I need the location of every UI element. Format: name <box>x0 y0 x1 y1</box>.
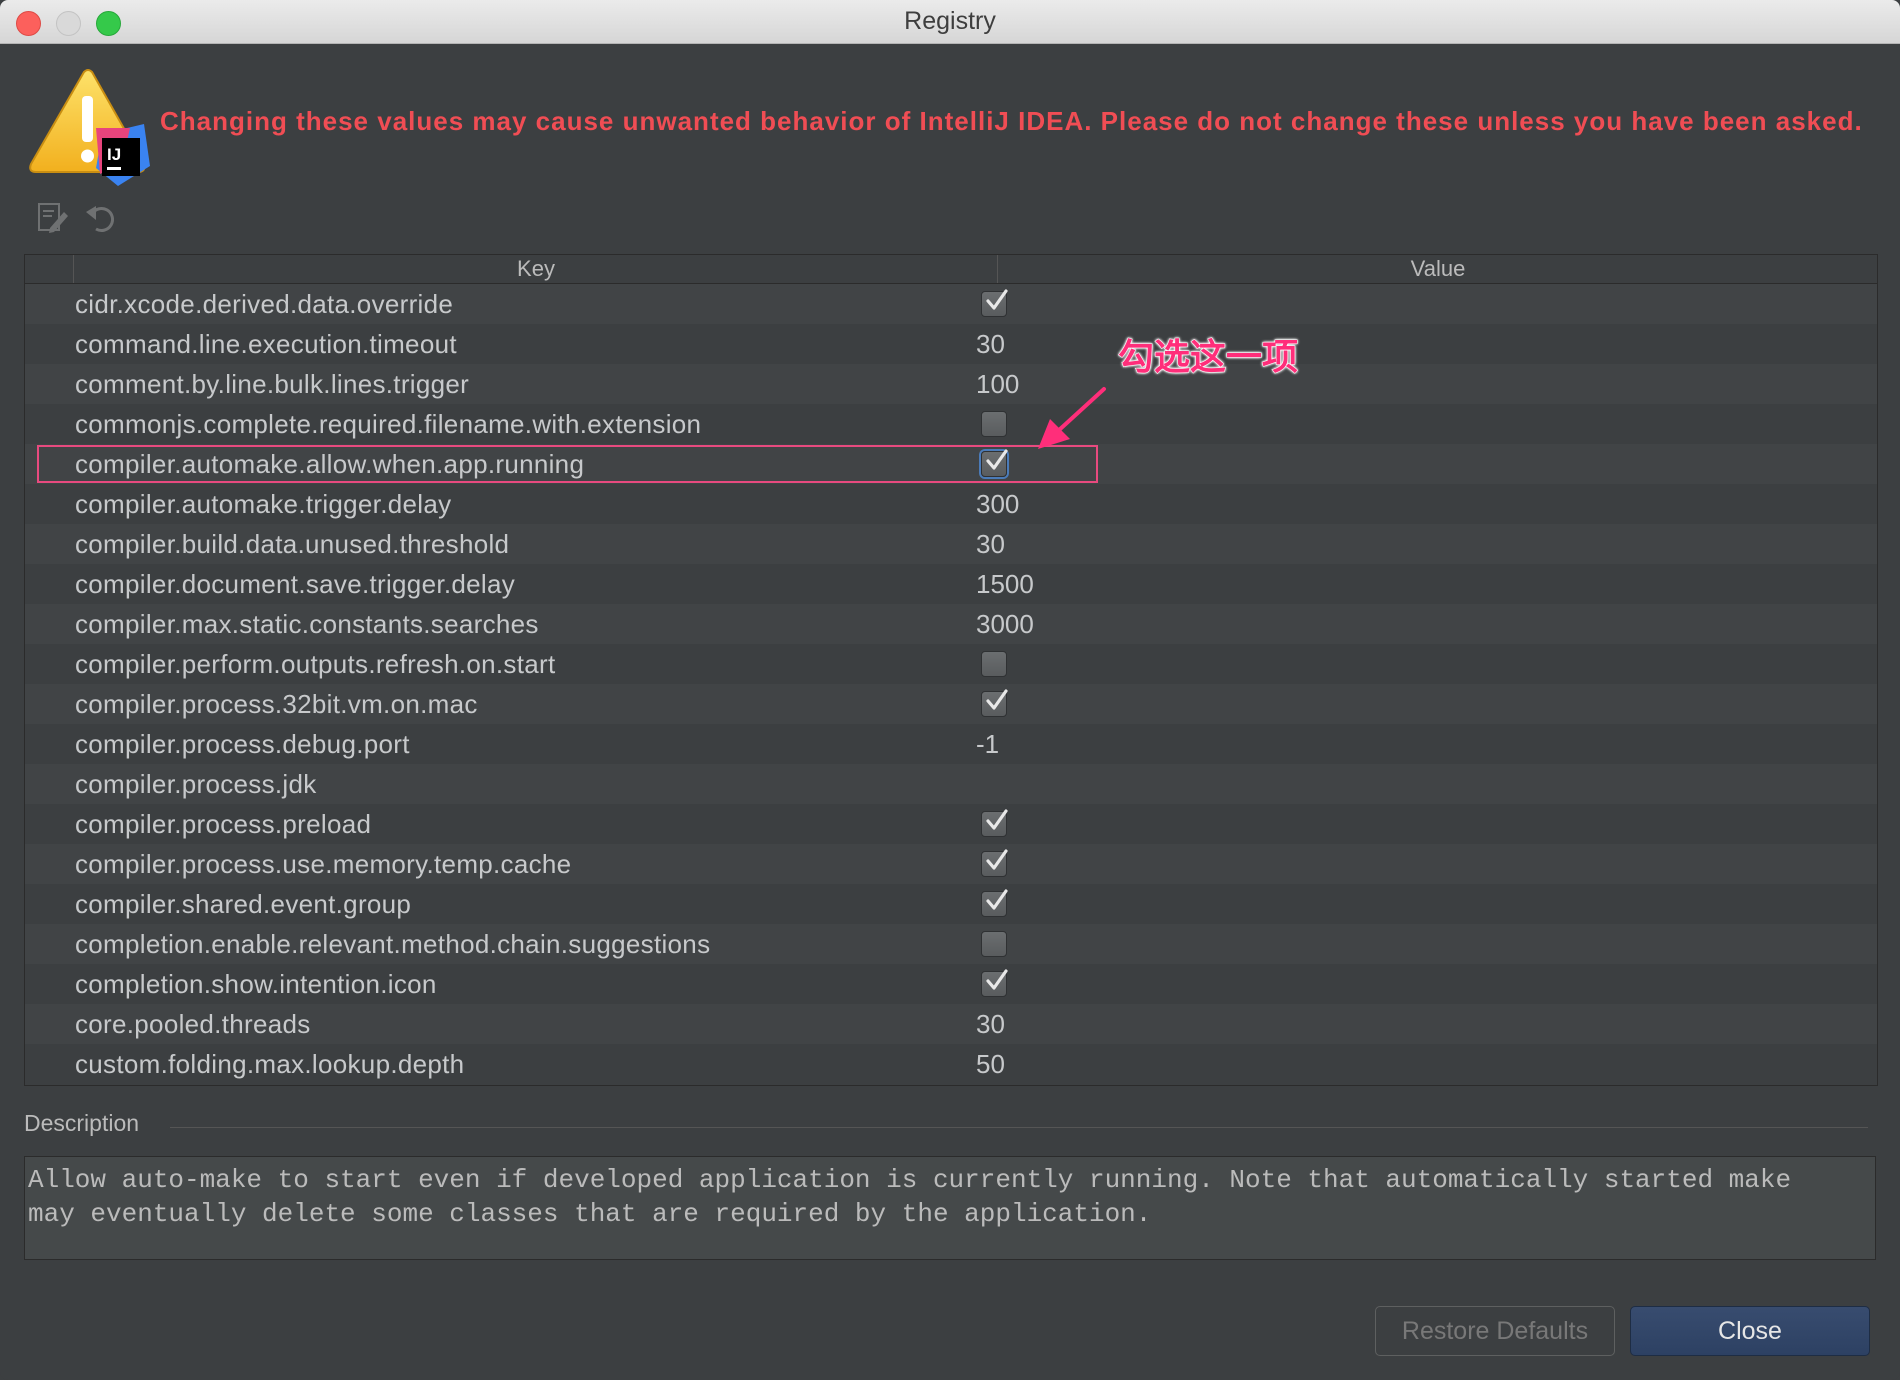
registry-key: compiler.process.preload <box>75 809 372 839</box>
table-row[interactable]: custom.folding.max.lookup.depth 50 <box>25 1044 1877 1084</box>
registry-value-checkbox[interactable] <box>981 651 1007 677</box>
checkmark-icon <box>986 889 1008 910</box>
registry-value-checkbox[interactable] <box>981 889 1008 917</box>
checkmark-icon <box>986 809 1008 830</box>
table-row[interactable]: compiler.build.data.unused.threshold 30 <box>25 524 1877 564</box>
table-row[interactable]: completion.show.intention.icon <box>25 964 1877 1004</box>
registry-value[interactable]: 3000 <box>976 604 1034 644</box>
registry-dialog: Registry IJ Changing these values may ca… <box>0 0 1900 1380</box>
table-row[interactable]: compiler.perform.outputs.refresh.on.star… <box>25 644 1877 684</box>
registry-value[interactable]: 1500 <box>976 564 1034 604</box>
registry-key: compiler.build.data.unused.threshold <box>75 529 510 559</box>
edit-icon[interactable] <box>34 200 70 236</box>
registry-key: compiler.process.use.memory.temp.cache <box>75 849 572 879</box>
window-title: Registry <box>904 7 996 35</box>
highlight-box <box>37 445 1098 483</box>
column-header-value[interactable]: Value <box>997 255 1877 283</box>
registry-key: cidr.xcode.derived.data.override <box>75 289 454 319</box>
registry-key: custom.folding.max.lookup.depth <box>75 1049 465 1079</box>
table-row[interactable]: commonjs.complete.required.filename.with… <box>25 404 1877 444</box>
registry-value-checkbox[interactable] <box>981 809 1008 837</box>
annotation-label: 勾选这一项 <box>1117 337 1299 379</box>
table-header: Key Value <box>25 255 1877 284</box>
table-row[interactable]: compiler.process.preload <box>25 804 1877 844</box>
registry-key: command.line.execution.timeout <box>75 329 457 359</box>
table-row[interactable]: compiler.shared.event.group <box>25 884 1877 924</box>
registry-key: compiler.process.32bit.vm.on.mac <box>75 689 478 719</box>
registry-key: commonjs.complete.required.filename.with… <box>75 409 702 439</box>
registry-value[interactable]: 50 <box>976 1044 1005 1084</box>
table-row[interactable]: compiler.process.jdk <box>25 764 1877 804</box>
svg-text:IJ: IJ <box>107 145 121 164</box>
registry-value-checkbox[interactable] <box>981 411 1007 437</box>
restore-defaults-button[interactable]: Restore Defaults <box>1375 1306 1615 1356</box>
table-row[interactable]: completion.enable.relevant.method.chain.… <box>25 924 1877 964</box>
registry-key: compiler.automake.trigger.delay <box>75 489 452 519</box>
checkmark-icon <box>986 289 1008 310</box>
table-row[interactable]: comment.by.line.bulk.lines.trigger 100 <box>25 364 1877 404</box>
table-row[interactable]: compiler.document.save.trigger.delay 1500 <box>25 564 1877 604</box>
registry-table: Key Value cidr.xcode.derived.data.overri… <box>24 254 1878 1086</box>
column-header-key[interactable]: Key <box>73 255 998 283</box>
table-row[interactable]: compiler.process.32bit.vm.on.mac <box>25 684 1877 724</box>
table-row[interactable]: cidr.xcode.derived.data.override <box>25 284 1877 324</box>
warning-message: Changing these values may cause unwanted… <box>160 106 1863 136</box>
registry-value[interactable]: -1 <box>976 724 999 764</box>
description-label: Description <box>24 1110 140 1136</box>
table-row[interactable]: command.line.execution.timeout 30 <box>25 324 1877 364</box>
table-row[interactable]: core.pooled.threads 30 <box>25 1004 1877 1044</box>
registry-value[interactable]: 100 <box>976 364 1019 404</box>
registry-value[interactable]: 30 <box>976 524 1005 564</box>
table-row[interactable]: compiler.automake.trigger.delay 300 <box>25 484 1877 524</box>
description-separator <box>170 1127 1868 1128</box>
checkmark-icon <box>986 849 1008 870</box>
registry-key: compiler.max.static.constants.searches <box>75 609 539 639</box>
registry-key: compiler.document.save.trigger.delay <box>75 569 516 599</box>
description-text: Allow auto-make to start even if develop… <box>24 1156 1876 1260</box>
registry-value[interactable]: 300 <box>976 484 1019 524</box>
revert-icon[interactable] <box>84 200 120 236</box>
title-bar: Registry <box>0 0 1900 44</box>
table-row[interactable]: compiler.max.static.constants.searches 30… <box>25 604 1877 644</box>
registry-value-checkbox[interactable] <box>981 849 1008 877</box>
table-body: cidr.xcode.derived.data.override command.… <box>25 284 1877 1084</box>
registry-value-checkbox[interactable] <box>981 289 1008 317</box>
checkmark-icon <box>986 689 1008 710</box>
registry-key: completion.show.intention.icon <box>75 969 437 999</box>
registry-key: compiler.shared.event.group <box>75 889 412 919</box>
registry-key: completion.enable.relevant.method.chain.… <box>75 929 711 959</box>
registry-value[interactable]: 30 <box>976 324 1005 364</box>
registry-key: core.pooled.threads <box>75 1009 311 1039</box>
registry-key: compiler.process.debug.port <box>75 729 410 759</box>
table-row[interactable]: compiler.process.use.memory.temp.cache <box>25 844 1877 884</box>
registry-value[interactable]: 30 <box>976 1004 1005 1044</box>
table-row[interactable]: compiler.process.debug.port -1 <box>25 724 1877 764</box>
registry-value-checkbox[interactable] <box>981 931 1007 957</box>
close-button[interactable]: Close <box>1630 1306 1870 1356</box>
annotation-arrow <box>1038 387 1106 449</box>
checkmark-icon <box>986 969 1008 990</box>
registry-value-checkbox[interactable] <box>981 969 1008 997</box>
registry-key: compiler.process.jdk <box>75 769 317 799</box>
registry-key: comment.by.line.bulk.lines.trigger <box>75 369 470 399</box>
registry-key: compiler.perform.outputs.refresh.on.star… <box>75 649 556 679</box>
warning-intellij-icon: IJ <box>29 69 150 186</box>
registry-value-checkbox[interactable] <box>981 689 1008 717</box>
